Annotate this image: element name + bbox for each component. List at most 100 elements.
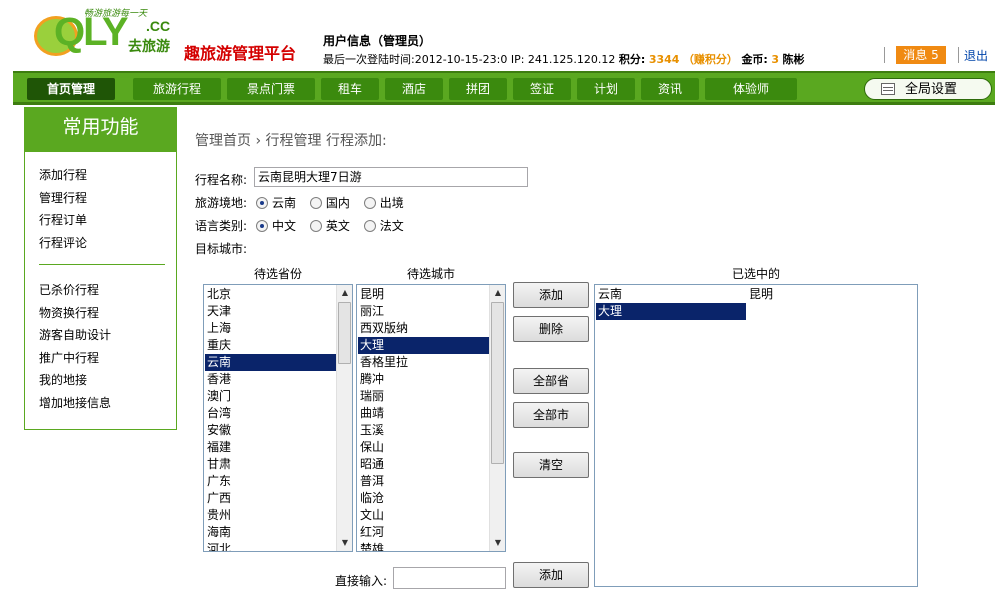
city-option[interactable]: 保山 bbox=[358, 439, 489, 456]
sidebar-item-promoting[interactable]: 推广中行程 bbox=[39, 347, 176, 370]
language-radio-chinese[interactable] bbox=[256, 220, 268, 232]
region-option-label: 云南 bbox=[272, 196, 297, 210]
nav-tickets[interactable]: 景点门票 bbox=[227, 78, 315, 100]
city-option[interactable]: 楚雄 bbox=[358, 541, 489, 551]
itinerary-name-input[interactable]: 云南昆明大理7日游 bbox=[254, 167, 528, 187]
city-option[interactable]: 瑞丽 bbox=[358, 388, 489, 405]
city-option[interactable]: 红河 bbox=[358, 524, 489, 541]
city-option[interactable]: 昭通 bbox=[358, 456, 489, 473]
sidebar-item-reviews[interactable]: 行程评论 bbox=[39, 232, 176, 255]
site-logo[interactable]: 畅游旅游每一天 QLY .CC 去旅游 bbox=[18, 4, 176, 62]
city-option[interactable]: 丽江 bbox=[358, 303, 489, 320]
nav-plan[interactable]: 计划 bbox=[577, 78, 635, 100]
city-listbox[interactable]: 昆明 丽江 西双版纳 大理 香格里拉 腾冲 瑞丽 曲靖 玉溪 保山 昭通 普洱 临沧 文山 红河 楚雄 ▲ ▼ bbox=[356, 284, 506, 552]
province-option[interactable]: 香港 bbox=[205, 371, 336, 388]
selected-list-header: 已选中的 bbox=[731, 267, 780, 281]
breadcrumb: 管理首页 › 行程管理 行程添加: bbox=[195, 133, 387, 149]
province-option[interactable]: 安徽 bbox=[205, 422, 336, 439]
sidebar-item-self-design[interactable]: 游客自助设计 bbox=[39, 324, 176, 347]
province-scrollbar[interactable]: ▲ ▼ bbox=[336, 285, 352, 551]
sidebar-item-orders[interactable]: 行程订单 bbox=[39, 209, 176, 232]
earn-points-link[interactable]: （赚积分） bbox=[683, 53, 738, 66]
sidebar-item-add-local-agent[interactable]: 增加地接信息 bbox=[39, 392, 176, 415]
nav-news[interactable]: 资讯 bbox=[641, 78, 699, 100]
all-provinces-button[interactable]: 全部省 bbox=[513, 368, 589, 394]
selected-listbox[interactable]: 云南 昆明 大理 bbox=[594, 284, 918, 587]
delete-city-button[interactable]: 删除 bbox=[513, 316, 589, 342]
region-radio-domestic[interactable] bbox=[309, 197, 322, 209]
province-listbox[interactable]: 北京 天津 上海 重庆 云南 香港 澳门 台湾 安徽 福建 甘肃 广东 广西 贵州 海南 河北 ▲ ▼ bbox=[203, 284, 353, 552]
language-radio-french[interactable] bbox=[363, 220, 376, 232]
nav-group-tour[interactable]: 拼团 bbox=[449, 78, 507, 100]
city-option[interactable]: 曲靖 bbox=[358, 405, 489, 422]
province-option[interactable]: 北京 bbox=[205, 286, 336, 303]
city-option[interactable]: 临沧 bbox=[358, 490, 489, 507]
nav-experience[interactable]: 体验师 bbox=[705, 78, 797, 100]
logo-letters: QLY bbox=[54, 10, 129, 54]
logout-link[interactable]: 退出 bbox=[964, 47, 988, 64]
coins-value: 3 bbox=[771, 53, 779, 66]
settings-window-icon bbox=[881, 83, 895, 95]
province-option[interactable]: 广东 bbox=[205, 473, 336, 490]
province-option[interactable]: 天津 bbox=[205, 303, 336, 320]
nav-itinerary[interactable]: 旅游行程 bbox=[133, 78, 221, 100]
province-option[interactable]: 上海 bbox=[205, 320, 336, 337]
city-scroll-thumb[interactable] bbox=[491, 302, 504, 464]
language-option-label: 中文 bbox=[272, 219, 297, 233]
sidebar-item-bargained[interactable]: 已杀价行程 bbox=[39, 279, 176, 302]
scroll-down-icon[interactable]: ▼ bbox=[490, 535, 505, 551]
sidebar-item-goods-exchange[interactable]: 物资换行程 bbox=[39, 302, 176, 325]
nav-hotel[interactable]: 酒店 bbox=[385, 78, 443, 100]
city-list-header: 待选城市 bbox=[406, 267, 455, 281]
add-city-button[interactable]: 添加 bbox=[513, 282, 589, 308]
nav-visa[interactable]: 签证 bbox=[513, 78, 571, 100]
global-settings-button[interactable]: 全局设置 bbox=[864, 78, 992, 100]
clear-button[interactable]: 清空 bbox=[513, 452, 589, 478]
province-option[interactable]: 甘肃 bbox=[205, 456, 336, 473]
city-option[interactable]: 昆明 bbox=[358, 286, 489, 303]
city-option[interactable]: 香格里拉 bbox=[358, 354, 489, 371]
province-option[interactable]: 台湾 bbox=[205, 405, 336, 422]
username: 陈彬 bbox=[782, 53, 805, 66]
province-option[interactable]: 贵州 bbox=[205, 507, 336, 524]
scroll-up-icon[interactable]: ▲ bbox=[337, 285, 352, 301]
province-option[interactable]: 广西 bbox=[205, 490, 336, 507]
province-option[interactable]: 福建 bbox=[205, 439, 336, 456]
language-label: 语言类别: bbox=[195, 219, 248, 233]
city-option[interactable]: 腾冲 bbox=[358, 371, 489, 388]
selected-item-province[interactable]: 云南 bbox=[596, 286, 746, 303]
province-option[interactable]: 海南 bbox=[205, 524, 336, 541]
province-list-header: 待选省份 bbox=[253, 267, 302, 281]
direct-input-label: 直接输入: bbox=[335, 574, 388, 588]
nav-car-rental[interactable]: 租车 bbox=[321, 78, 379, 100]
language-radio-english[interactable] bbox=[309, 220, 322, 232]
sidebar-item-manage-itinerary[interactable]: 管理行程 bbox=[39, 187, 176, 210]
language-option-label: 英文 bbox=[325, 219, 350, 233]
city-option[interactable]: 大理 bbox=[358, 337, 489, 354]
province-scroll-thumb[interactable] bbox=[338, 302, 351, 364]
language-option-label: 法文 bbox=[379, 219, 404, 233]
direct-add-button[interactable]: 添加 bbox=[513, 562, 589, 588]
city-option[interactable]: 西双版纳 bbox=[358, 320, 489, 337]
region-radio-abroad[interactable] bbox=[363, 197, 376, 209]
scroll-down-icon[interactable]: ▼ bbox=[337, 535, 352, 551]
province-option[interactable]: 云南 bbox=[205, 354, 336, 371]
province-option[interactable]: 重庆 bbox=[205, 337, 336, 354]
messages-button[interactable]: 消息 5 bbox=[896, 46, 946, 64]
province-option[interactable]: 河北 bbox=[205, 541, 336, 551]
selected-item-province[interactable]: 大理 bbox=[596, 303, 746, 320]
city-scrollbar[interactable]: ▲ ▼ bbox=[489, 285, 505, 551]
selected-item-city[interactable]: 昆明 bbox=[747, 286, 897, 303]
sidebar-item-add-itinerary[interactable]: 添加行程 bbox=[39, 164, 176, 187]
coins-label: 金币: bbox=[741, 53, 768, 66]
province-option[interactable]: 澳门 bbox=[205, 388, 336, 405]
sidebar-item-my-local-agents[interactable]: 我的地接 bbox=[39, 369, 176, 392]
direct-input-field[interactable] bbox=[393, 567, 506, 589]
scroll-up-icon[interactable]: ▲ bbox=[490, 285, 505, 301]
city-option[interactable]: 文山 bbox=[358, 507, 489, 524]
city-option[interactable]: 玉溪 bbox=[358, 422, 489, 439]
nav-home[interactable]: 首页管理 bbox=[27, 78, 115, 100]
all-cities-button[interactable]: 全部市 bbox=[513, 402, 589, 428]
city-option[interactable]: 普洱 bbox=[358, 473, 489, 490]
region-radio-yunnan[interactable] bbox=[256, 197, 268, 209]
